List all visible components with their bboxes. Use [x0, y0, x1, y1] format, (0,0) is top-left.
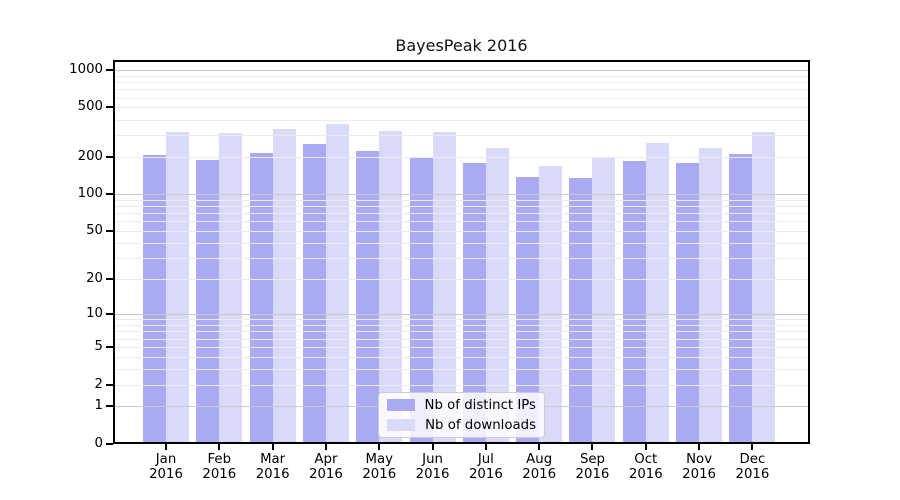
minor-gridline — [115, 206, 808, 207]
bar-downloads-oct — [646, 143, 669, 444]
minor-gridline — [115, 331, 808, 332]
y-tick-label: 0 — [41, 436, 103, 452]
y-tick-mark — [106, 346, 113, 348]
y-tick-mark — [106, 230, 113, 232]
x-tick-mark — [272, 444, 274, 450]
y-tick-mark — [106, 156, 113, 158]
bar-downloads-dec — [752, 132, 775, 444]
x-tick-mark — [325, 444, 327, 450]
chart-figure: BayesPeak 2016 01251020501002005001000Ja… — [0, 0, 900, 500]
minor-gridline — [115, 213, 808, 214]
bar-distinct-ips-nov — [676, 163, 699, 444]
minor-gridline — [115, 221, 808, 222]
bar-distinct-ips-sep — [569, 178, 592, 444]
bar-downloads-nov — [699, 148, 722, 444]
y-tick-mark — [106, 69, 113, 71]
legend-label-distinct-ips: Nb of distinct IPs — [425, 398, 536, 413]
minor-gridline — [115, 347, 808, 348]
y-tick-label: 500 — [41, 99, 103, 115]
minor-gridline — [115, 357, 808, 358]
legend-swatch-distinct-ips — [387, 399, 415, 411]
x-tick-mark — [645, 444, 647, 450]
y-tick-label: 10 — [41, 306, 103, 322]
bar-downloads-mar — [273, 129, 296, 444]
minor-gridline — [115, 135, 808, 136]
minor-gridline — [115, 89, 808, 90]
minor-gridline — [115, 157, 808, 158]
x-tick-mark — [485, 444, 487, 450]
bar-downloads-sep — [592, 158, 615, 444]
bar-distinct-ips-mar — [250, 153, 273, 444]
bar-downloads-jan — [166, 132, 189, 444]
minor-gridline — [115, 120, 808, 121]
y-tick-label: 1 — [41, 398, 103, 414]
minor-gridline — [115, 98, 808, 99]
x-tick-mark — [591, 444, 593, 450]
x-tick-mark — [538, 444, 540, 450]
bar-distinct-ips-apr — [303, 144, 326, 444]
bar-downloads-feb — [219, 133, 242, 444]
minor-gridline — [115, 319, 808, 320]
legend-item-downloads: Nb of downloads — [387, 415, 536, 435]
y-tick-label: 200 — [41, 149, 103, 165]
y-tick-label: 50 — [41, 223, 103, 239]
y-tick-label: 1000 — [41, 62, 103, 78]
major-gridline — [115, 314, 808, 315]
y-tick-mark — [106, 313, 113, 315]
legend: Nb of distinct IPs Nb of downloads — [378, 392, 545, 438]
x-tick-mark — [218, 444, 220, 450]
y-tick-label: 2 — [41, 377, 103, 393]
bar-distinct-ips-jan — [143, 155, 166, 444]
minor-gridline — [115, 231, 808, 232]
x-tick-mark — [432, 444, 434, 450]
y-tick-label: 5 — [41, 339, 103, 355]
legend-item-distinct-ips: Nb of distinct IPs — [387, 395, 536, 415]
x-tick-label-dec: Dec2016 — [720, 452, 784, 482]
y-tick-mark — [106, 443, 113, 445]
minor-gridline — [115, 76, 808, 77]
minor-gridline — [115, 279, 808, 280]
bar-distinct-ips-dec — [729, 154, 752, 444]
x-tick-mark — [698, 444, 700, 450]
y-tick-label: 100 — [41, 186, 103, 202]
x-tick-mark — [751, 444, 753, 450]
legend-label-downloads: Nb of downloads — [425, 418, 536, 433]
major-gridline — [115, 70, 808, 71]
minor-gridline — [115, 325, 808, 326]
x-tick-mark — [378, 444, 380, 450]
y-tick-mark — [106, 278, 113, 280]
minor-gridline — [115, 200, 808, 201]
bar-distinct-ips-feb — [196, 160, 219, 444]
y-tick-mark — [106, 405, 113, 407]
major-gridline — [115, 194, 808, 195]
y-tick-mark — [106, 106, 113, 108]
bar-downloads-apr — [326, 124, 349, 444]
minor-gridline — [115, 82, 808, 83]
y-tick-label: 20 — [41, 271, 103, 287]
minor-gridline — [115, 243, 808, 244]
y-tick-mark — [106, 193, 113, 195]
x-tick-mark — [165, 444, 167, 450]
minor-gridline — [115, 369, 808, 370]
y-tick-mark — [106, 384, 113, 386]
minor-gridline — [115, 107, 808, 108]
bar-distinct-ips-oct — [623, 161, 646, 444]
legend-swatch-downloads — [387, 419, 415, 431]
minor-gridline — [115, 385, 808, 386]
minor-gridline — [115, 258, 808, 259]
minor-gridline — [115, 339, 808, 340]
